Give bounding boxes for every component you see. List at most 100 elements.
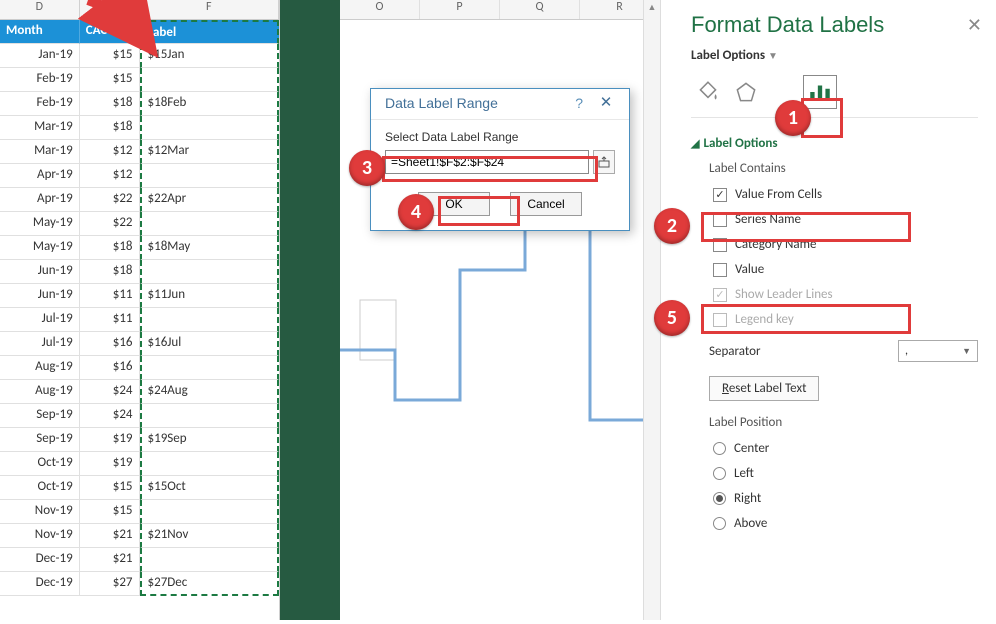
- cell-month[interactable]: Aug-19: [0, 380, 80, 404]
- table-row[interactable]: May-19$22: [0, 212, 279, 236]
- table-row[interactable]: Apr-19$22$22Apr: [0, 188, 279, 212]
- table-row[interactable]: Jun-19$18: [0, 260, 279, 284]
- dialog-title[interactable]: Data Label Range ? ✕: [371, 89, 629, 120]
- table-row[interactable]: Jun-19$11$11Jun: [0, 284, 279, 308]
- table-row[interactable]: Dec-19$21: [0, 548, 279, 572]
- table-row[interactable]: Sep-19$24: [0, 404, 279, 428]
- cell-label[interactable]: $12Mar: [140, 140, 279, 164]
- cell-label[interactable]: [140, 212, 279, 236]
- cell-label[interactable]: $21Nov: [140, 524, 279, 548]
- table-row[interactable]: Nov-19$21$21Nov: [0, 524, 279, 548]
- cell-cac[interactable]: $15: [80, 476, 140, 500]
- value-from-cells-checkbox[interactable]: Value From Cells: [709, 182, 978, 207]
- dialog-help-icon[interactable]: ?: [575, 95, 583, 111]
- table-row[interactable]: Jul-19$11: [0, 308, 279, 332]
- cell-cac[interactable]: $15: [80, 68, 140, 92]
- cell-month[interactable]: Nov-19: [0, 500, 80, 524]
- cell-month[interactable]: Sep-19: [0, 404, 80, 428]
- cell-cac[interactable]: $18: [80, 116, 140, 140]
- chart-options-tab-icon[interactable]: [803, 75, 837, 109]
- col-p[interactable]: P: [420, 0, 500, 19]
- cell-cac[interactable]: $22: [80, 188, 140, 212]
- cell-cac[interactable]: $24: [80, 404, 140, 428]
- cell-cac[interactable]: $24: [80, 380, 140, 404]
- cell-month[interactable]: Oct-19: [0, 476, 80, 500]
- dialog-close-icon[interactable]: ✕: [593, 93, 619, 115]
- table-row[interactable]: Feb-19$15: [0, 68, 279, 92]
- cell-label[interactable]: $18May: [140, 236, 279, 260]
- table-row[interactable]: Oct-19$19: [0, 452, 279, 476]
- range-select-icon[interactable]: [593, 150, 615, 174]
- cell-month[interactable]: Mar-19: [0, 116, 80, 140]
- pos-center-radio[interactable]: Center: [709, 436, 978, 461]
- cell-label[interactable]: $22Apr: [140, 188, 279, 212]
- cell-cac[interactable]: $21: [80, 524, 140, 548]
- table-row[interactable]: Dec-19$27$27Dec: [0, 572, 279, 596]
- table-row[interactable]: Sep-19$19$19Sep: [0, 428, 279, 452]
- cell-month[interactable]: Jun-19: [0, 260, 80, 284]
- spreadsheet[interactable]: D E F Month CAC Label Jan-19$15$15JanFeb…: [0, 0, 280, 620]
- cell-month[interactable]: Feb-19: [0, 92, 80, 116]
- cell-cac[interactable]: $12: [80, 140, 140, 164]
- cell-cac[interactable]: $18: [80, 236, 140, 260]
- cell-label[interactable]: [140, 68, 279, 92]
- col-d[interactable]: D: [0, 0, 80, 19]
- close-pane-icon[interactable]: ✕: [967, 14, 982, 36]
- pos-left-radio[interactable]: Left: [709, 461, 978, 486]
- label-options-section[interactable]: ◢Label Options: [691, 136, 978, 151]
- cell-cac[interactable]: $21: [80, 548, 140, 572]
- table-row[interactable]: Oct-19$15$15Oct: [0, 476, 279, 500]
- scroll-up-icon[interactable]: ▲: [644, 0, 660, 13]
- cell-label[interactable]: [140, 500, 279, 524]
- cell-month[interactable]: Apr-19: [0, 164, 80, 188]
- table-row[interactable]: Feb-19$18$18Feb: [0, 92, 279, 116]
- cell-cac[interactable]: $18: [80, 260, 140, 284]
- cell-month[interactable]: Dec-19: [0, 548, 80, 572]
- table-row[interactable]: Aug-19$24$24Aug: [0, 380, 279, 404]
- cell-month[interactable]: May-19: [0, 236, 80, 260]
- series-name-checkbox[interactable]: Series Name: [709, 207, 978, 232]
- cell-cac[interactable]: $22: [80, 212, 140, 236]
- table-row[interactable]: Jul-19$16$16Jul: [0, 332, 279, 356]
- cell-label[interactable]: [140, 548, 279, 572]
- cancel-button[interactable]: Cancel: [510, 192, 582, 216]
- pos-right-radio[interactable]: Right: [709, 486, 978, 511]
- cell-month[interactable]: Sep-19: [0, 428, 80, 452]
- reset-label-text-button[interactable]: Reset Label Text: [709, 376, 819, 401]
- category-name-checkbox[interactable]: Category Name: [709, 232, 978, 257]
- cell-cac[interactable]: $11: [80, 308, 140, 332]
- table-row[interactable]: Aug-19$16: [0, 356, 279, 380]
- cell-month[interactable]: Feb-19: [0, 68, 80, 92]
- cell-label[interactable]: [140, 260, 279, 284]
- cell-cac[interactable]: $19: [80, 452, 140, 476]
- cell-month[interactable]: Jan-19: [0, 44, 80, 68]
- cell-month[interactable]: Nov-19: [0, 524, 80, 548]
- cell-month[interactable]: Apr-19: [0, 188, 80, 212]
- table-row[interactable]: Nov-19$15: [0, 500, 279, 524]
- cell-month[interactable]: Jul-19: [0, 308, 80, 332]
- cell-month[interactable]: Jun-19: [0, 284, 80, 308]
- cell-label[interactable]: $18Feb: [140, 92, 279, 116]
- cell-cac[interactable]: $12: [80, 164, 140, 188]
- cell-label[interactable]: [140, 116, 279, 140]
- cell-label[interactable]: $16Jul: [140, 332, 279, 356]
- cell-month[interactable]: Aug-19: [0, 356, 80, 380]
- pane-subhead[interactable]: Label Options ▼: [691, 48, 978, 63]
- cell-label[interactable]: [140, 452, 279, 476]
- value-checkbox[interactable]: Value: [709, 257, 978, 282]
- cell-month[interactable]: Oct-19: [0, 452, 80, 476]
- cell-month[interactable]: May-19: [0, 212, 80, 236]
- cell-label[interactable]: $27Dec: [140, 572, 279, 596]
- table-row[interactable]: May-19$18$18May: [0, 236, 279, 260]
- fill-tab-icon[interactable]: [691, 75, 725, 109]
- table-row[interactable]: Apr-19$12: [0, 164, 279, 188]
- cell-month[interactable]: Mar-19: [0, 140, 80, 164]
- cell-cac[interactable]: $16: [80, 332, 140, 356]
- cell-cac[interactable]: $11: [80, 284, 140, 308]
- table-row[interactable]: Mar-19$12$12Mar: [0, 140, 279, 164]
- cell-cac[interactable]: $15: [80, 500, 140, 524]
- cell-label[interactable]: $19Sep: [140, 428, 279, 452]
- table-row[interactable]: Mar-19$18: [0, 116, 279, 140]
- range-input[interactable]: [385, 150, 589, 174]
- col-o[interactable]: O: [340, 0, 420, 19]
